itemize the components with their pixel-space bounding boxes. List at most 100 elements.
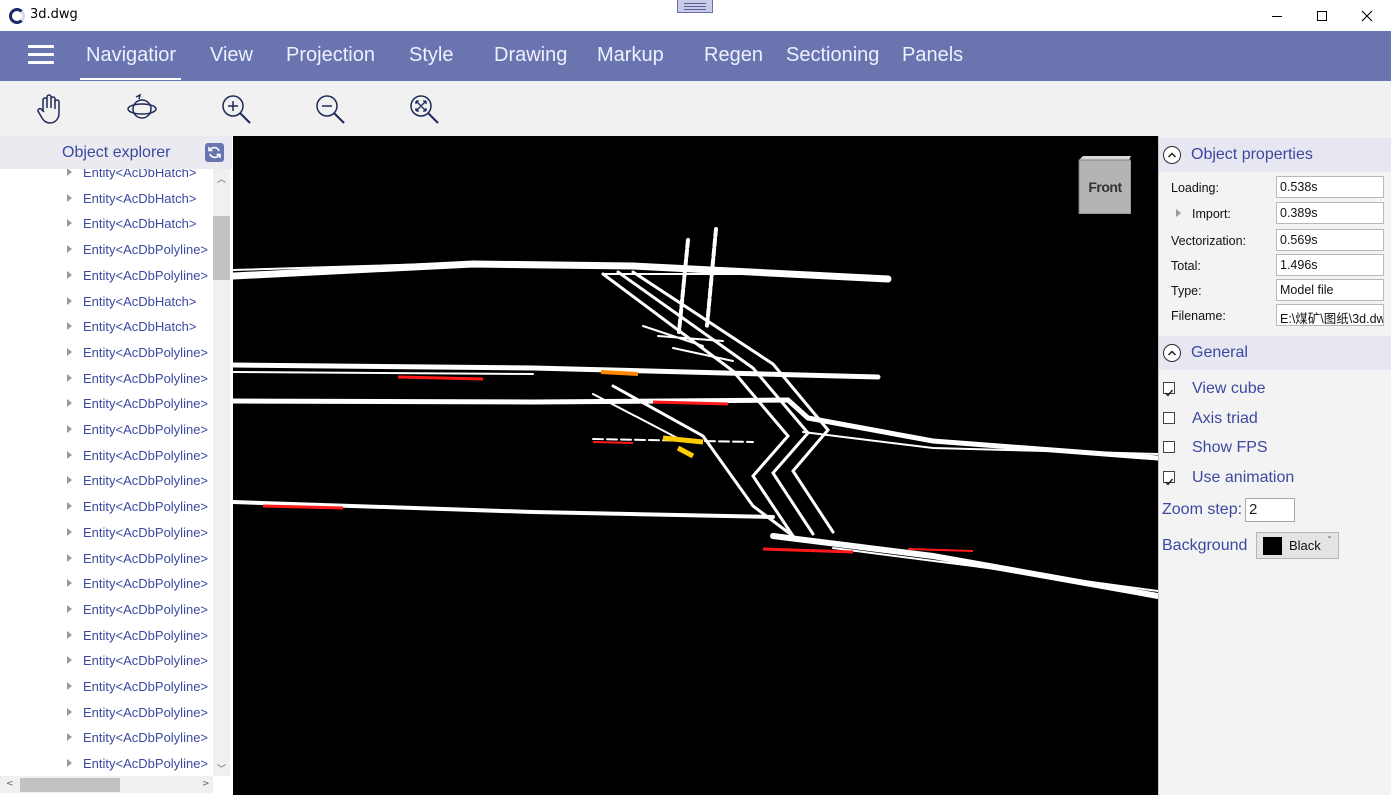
refresh-button[interactable] [205, 143, 224, 162]
expand-arrow-icon[interactable] [67, 733, 72, 742]
tree-item[interactable]: Entity<AcDbHatch> [0, 292, 213, 314]
menu-navigator[interactable]: Navigatior [86, 44, 176, 67]
view-cube-label[interactable]: View cube [1192, 380, 1266, 398]
close-button[interactable] [1344, 0, 1390, 31]
title-bar: 3d.dwg [0, 0, 1391, 31]
expand-arrow-icon[interactable] [67, 502, 72, 511]
expand-arrow-icon[interactable] [67, 169, 72, 176]
menu-sectioning[interactable]: Sectioning [786, 44, 879, 67]
pan-tool-button[interactable] [32, 91, 68, 127]
menu-projection[interactable]: Projection [286, 44, 375, 67]
expand-arrow-icon[interactable] [67, 245, 72, 254]
prop-value-total[interactable]: 1.496s [1276, 254, 1384, 276]
prop-value-loading[interactable]: 0.538s [1276, 176, 1384, 198]
collapse-up-icon[interactable] [1163, 344, 1181, 362]
expand-arrow-icon[interactable] [67, 193, 72, 202]
tree-item[interactable]: Entity<AcDbPolyline> [0, 240, 213, 262]
tree-item[interactable]: Entity<AcDbPolyline> [0, 703, 213, 725]
expand-arrow-icon[interactable] [67, 759, 72, 768]
tree-item[interactable]: Entity<AcDbPolyline> [0, 523, 213, 545]
zoom-out-button[interactable] [312, 91, 348, 127]
tree-item[interactable]: Entity<AcDbHatch> [0, 169, 213, 185]
prop-value-vectorization[interactable]: 0.569s [1276, 229, 1384, 251]
expand-arrow-icon[interactable] [67, 322, 72, 331]
expand-arrow-icon[interactable] [67, 219, 72, 228]
use-animation-label[interactable]: Use animation [1192, 469, 1294, 487]
expand-arrow-icon[interactable] [67, 604, 72, 613]
axis-triad-checkbox[interactable] [1163, 412, 1175, 424]
tree-item[interactable]: Entity<AcDbPolyline> [0, 446, 213, 468]
expand-arrow-icon[interactable] [67, 270, 72, 279]
menu-drawing[interactable]: Drawing [494, 44, 567, 67]
view-cube-checkbox[interactable] [1163, 382, 1175, 397]
menu-view[interactable]: View [210, 44, 253, 67]
prop-value-type[interactable]: Model file [1276, 279, 1384, 301]
tree-item[interactable]: Entity<AcDbPolyline> [0, 574, 213, 596]
minimize-button[interactable] [1254, 0, 1300, 31]
axis-triad-label[interactable]: Axis triad [1192, 410, 1258, 428]
zoom-extents-button[interactable] [406, 91, 442, 127]
drag-handle[interactable] [677, 0, 713, 13]
expand-arrow-icon[interactable] [67, 399, 72, 408]
tree-item[interactable]: Entity<AcDbPolyline> [0, 343, 213, 365]
show-fps-checkbox[interactable] [1163, 441, 1175, 453]
prop-value-filename[interactable]: E:\煤矿\图纸\3d.dwg [1276, 304, 1384, 326]
collapse-up-icon[interactable] [1163, 146, 1181, 164]
general-header[interactable]: General [1159, 336, 1391, 370]
prop-value-import[interactable]: 0.389s [1276, 202, 1384, 224]
tree-item[interactable]: Entity<AcDbPolyline> [0, 677, 213, 699]
menu-markup[interactable]: Markup [597, 44, 664, 67]
maximize-button[interactable] [1299, 0, 1345, 31]
view-cube[interactable]: Front [1077, 154, 1132, 215]
scroll-left-arrow-icon[interactable]: < [6, 779, 14, 789]
zoom-in-button[interactable] [218, 91, 254, 127]
tree-item[interactable]: Entity<AcDbHatch> [0, 189, 213, 211]
scroll-right-arrow-icon[interactable]: > [202, 779, 210, 789]
expand-arrow-icon[interactable] [1176, 209, 1181, 217]
show-fps-label[interactable]: Show FPS [1192, 439, 1268, 457]
expand-arrow-icon[interactable] [67, 707, 72, 716]
menu-panels[interactable]: Panels [902, 44, 963, 67]
expand-arrow-icon[interactable] [67, 450, 72, 459]
zoom-step-input[interactable]: 2 [1245, 498, 1295, 522]
tree-item[interactable]: Entity<AcDbHatch> [0, 317, 213, 339]
use-animation-checkbox[interactable] [1163, 471, 1175, 486]
expand-arrow-icon[interactable] [67, 296, 72, 305]
tree-item[interactable]: Entity<AcDbPolyline> [0, 266, 213, 288]
scroll-down-arrow-icon[interactable]: ﹀ [217, 762, 226, 775]
3d-viewport-canvas[interactable]: Front [233, 136, 1158, 795]
tree-item[interactable]: Entity<AcDbPolyline> [0, 626, 213, 648]
tree-item[interactable]: Entity<AcDbPolyline> [0, 600, 213, 622]
expand-arrow-icon[interactable] [67, 425, 72, 433]
scroll-up-arrow-icon[interactable]: ︿ [217, 172, 226, 185]
tree-item[interactable]: Entity<AcDbHatch> [0, 214, 213, 236]
expand-arrow-icon[interactable] [67, 347, 72, 356]
orbit-tool-button[interactable] [124, 91, 160, 127]
object-properties-header[interactable]: Object properties [1159, 138, 1391, 172]
expand-arrow-icon[interactable] [67, 579, 72, 588]
tree-item[interactable]: Entity<AcDbPolyline> [0, 394, 213, 416]
tree-item[interactable]: Entity<AcDbPolyline> [0, 420, 213, 442]
expand-arrow-icon[interactable] [67, 373, 72, 382]
expand-arrow-icon[interactable] [67, 553, 72, 562]
tree-item[interactable]: Entity<AcDbPolyline> [0, 651, 213, 673]
expand-arrow-icon[interactable] [67, 656, 72, 665]
expand-arrow-icon[interactable] [67, 527, 72, 536]
tree-item[interactable]: Entity<AcDbPolyline> [0, 471, 213, 493]
tree-horizontal-scroll-thumb[interactable] [20, 778, 120, 792]
menu-style[interactable]: Style [409, 44, 453, 67]
hamburger-menu-icon[interactable] [28, 45, 54, 65]
tree-item[interactable]: Entity<AcDbPolyline> [0, 497, 213, 519]
background-color-select[interactable]: Black ˇ [1256, 532, 1339, 559]
general-title: General [1191, 344, 1248, 361]
expand-arrow-icon[interactable] [67, 476, 72, 485]
menu-regen[interactable]: Regen [704, 44, 763, 67]
expand-arrow-icon[interactable] [67, 630, 72, 639]
tree-vertical-scroll-thumb[interactable] [213, 216, 230, 280]
tree-item[interactable]: Entity<AcDbPolyline> [0, 754, 213, 776]
tree-item-label: Entity<AcDbHatch> [83, 169, 197, 180]
tree-item[interactable]: Entity<AcDbPolyline> [0, 369, 213, 391]
tree-item[interactable]: Entity<AcDbPolyline> [0, 549, 213, 571]
expand-arrow-icon[interactable] [67, 682, 72, 690]
tree-item[interactable]: Entity<AcDbPolyline> [0, 728, 213, 750]
